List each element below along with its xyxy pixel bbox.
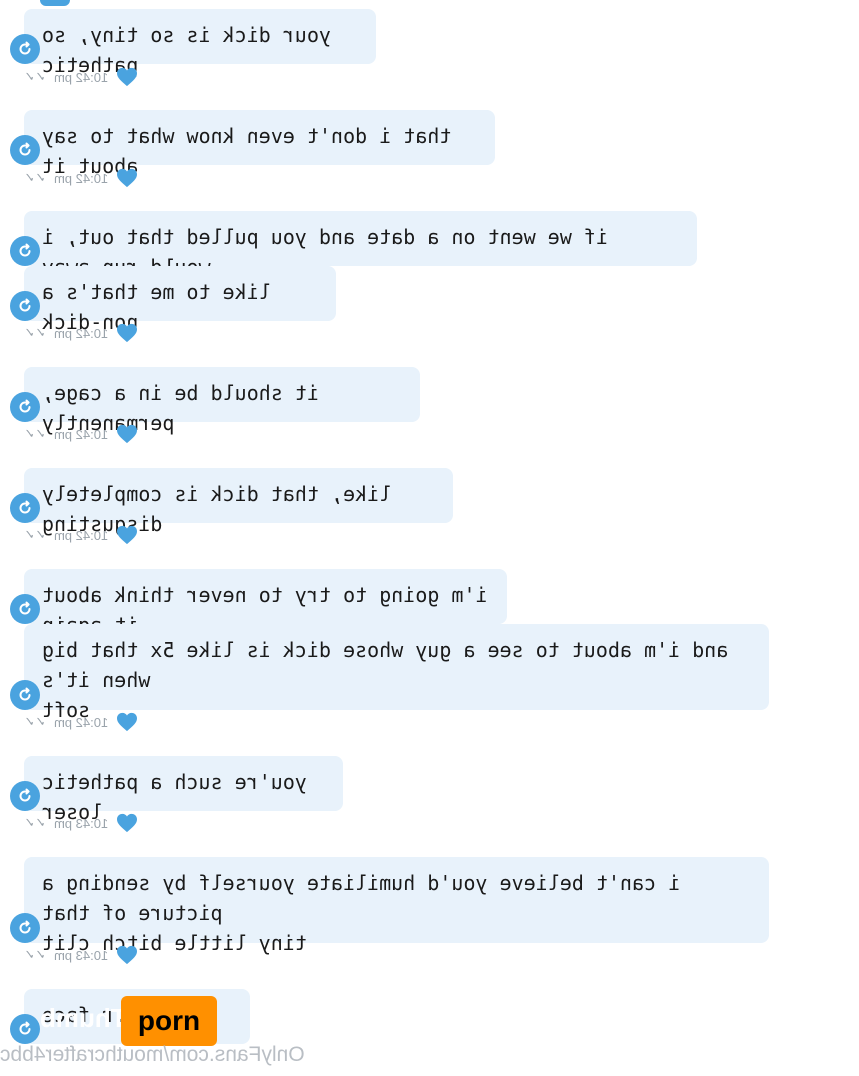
heart-icon[interactable] (116, 712, 138, 732)
message-timestamp: 10:42 pm (53, 325, 108, 341)
heart-icon[interactable] (116, 525, 138, 545)
heart-icon[interactable] (116, 67, 138, 87)
message-meta: ✓✓ 10:43 pm (24, 944, 138, 966)
message-bubble[interactable]: i can't believe you'd humiliate yourself… (24, 857, 769, 955)
reply-arrow-icon[interactable] (10, 781, 40, 811)
message-meta: ✓✓ 10:42 pm (24, 322, 138, 344)
message-bubble[interactable]: like to me that's a non-dick (24, 266, 336, 334)
message-bubble[interactable]: i'm going to try to never think about it… (24, 569, 507, 637)
message-bubble[interactable]: and i'm about to see a guy whose dick is… (24, 624, 769, 722)
double-check-icon: ✓✓ (24, 527, 46, 542)
watermark-badge: porn (121, 996, 217, 1046)
message-timestamp: 10:42 pm (53, 426, 108, 442)
reply-arrow-icon[interactable] (10, 236, 40, 266)
message-timestamp: 10:42 pm (53, 170, 108, 186)
reply-arrow-icon[interactable] (10, 291, 40, 321)
message-timestamp: 10:42 pm (53, 69, 108, 85)
message-timestamp: 10:43 pm (53, 947, 108, 963)
message-timestamp: 10:42 pm (53, 714, 108, 730)
message-meta: ✓✓ 10:42 pm (24, 423, 138, 445)
heart-icon[interactable] (116, 945, 138, 965)
message-bubble[interactable]: you're such a pathetic loser (24, 756, 343, 824)
cropped-avatar (40, 0, 70, 6)
double-check-icon: ✓✓ (24, 815, 46, 830)
reply-arrow-icon[interactable] (10, 1014, 40, 1044)
double-check-icon: ✓✓ (24, 947, 46, 962)
message-bubble[interactable]: it should be in a cage, permanently (24, 367, 420, 435)
reply-arrow-icon[interactable] (10, 392, 40, 422)
heart-icon[interactable] (116, 323, 138, 343)
message-timestamp: 10:43 pm (53, 815, 108, 831)
double-check-icon: ✓✓ (24, 325, 46, 340)
heart-icon[interactable] (116, 424, 138, 444)
reply-arrow-icon[interactable] (10, 913, 40, 943)
heart-icon[interactable] (116, 168, 138, 188)
watermark-url: OnlyFans.com/mouthcrafter4bbc (0, 1043, 305, 1066)
message-bubble[interactable]: your dick is so tiny, so pathetic (24, 9, 376, 77)
reply-arrow-icon[interactable] (10, 594, 40, 624)
double-check-icon: ✓✓ (24, 426, 46, 441)
message-bubble[interactable]: if we went on a date and you pulled that… (24, 211, 697, 279)
message-text: and i'm about to see a guy whose dick is… (42, 638, 729, 722)
double-check-icon: ✓✓ (24, 714, 46, 729)
reply-arrow-icon[interactable] (10, 493, 40, 523)
double-check-icon: ✓✓ (24, 170, 46, 185)
message-meta: ✓✓ 10:42 pm (24, 66, 138, 88)
double-check-icon: ✓✓ (24, 69, 46, 84)
message-timestamp: 10:42 pm (53, 527, 108, 543)
chat-thread: your dick is so tiny, so pathetic that i … (0, 0, 859, 1076)
reply-arrow-icon[interactable] (10, 135, 40, 165)
reply-arrow-icon[interactable] (10, 680, 40, 710)
message-meta: ✓✓ 10:42 pm (24, 167, 138, 189)
message-bubble[interactable]: that i don't even know what to say about… (24, 110, 495, 178)
message-meta: ✓✓ 10:42 pm (24, 524, 138, 546)
message-text: i can't believe you'd humiliate yourself… (42, 871, 681, 955)
message-bubble[interactable]: like, that dick is completely disgusting (24, 468, 453, 536)
message-meta: ✓✓ 10:43 pm (24, 812, 138, 834)
message-meta: ✓✓ 10:42 pm (24, 711, 138, 733)
reply-arrow-icon[interactable] (10, 34, 40, 64)
heart-icon[interactable] (116, 813, 138, 833)
